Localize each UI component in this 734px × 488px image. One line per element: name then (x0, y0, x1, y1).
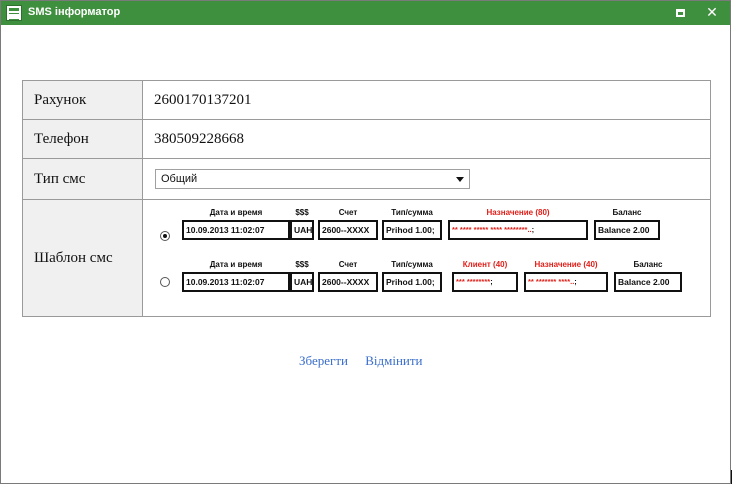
sms-type-cell: Общий (144, 159, 710, 199)
field-caption: $$$ (295, 260, 309, 269)
field-value: UAH (290, 220, 314, 240)
field-value-tail: ; (490, 277, 493, 286)
cancel-link[interactable]: Відмінити (365, 353, 422, 368)
field-value: Balance 2.00 (594, 220, 660, 240)
field-value-tail: ; (574, 277, 577, 286)
field-value: ** ******* ****..; (524, 272, 608, 292)
template-field: Дата и время 10.09.2013 11:02:07 (182, 208, 290, 242)
template-radio[interactable] (160, 231, 170, 241)
template-field: Счет 2600--XXXX (318, 208, 378, 242)
template-field: $$$ UAH (290, 208, 314, 242)
chevron-down-icon[interactable] (456, 177, 464, 182)
form-table: Рахунок 2600170137201 Телефон 3805092286… (22, 80, 711, 317)
template-field: $$$ UAH (290, 260, 314, 294)
template-field: Назначение (40) ** ******* ****..; (524, 260, 608, 294)
field-value-text: 2600--XXXX (322, 277, 370, 287)
template-option: Дата и время 10.09.2013 11:02:07 $$$ UAH Сче… (144, 260, 704, 300)
field-value: 10.09.2013 11:02:07 (182, 220, 290, 240)
template-field: Тип/сумма Prihod 1.00; (382, 208, 442, 242)
field-value: UAH (290, 272, 314, 292)
template-label: Шаблон смс (23, 200, 143, 316)
template-field: Назначение (80) ** **** ***** **** ******… (448, 208, 588, 242)
template-field: Клиент (40) *** ********; (452, 260, 518, 294)
field-caption: Клиент (40) (462, 260, 508, 269)
field-value: *** ********; (452, 272, 518, 292)
form-actions: Зберегти Відмінити (299, 353, 423, 369)
template-field: Баланс Balance 2.00 (594, 208, 660, 242)
field-caption: $$$ (295, 208, 309, 217)
account-label: Рахунок (23, 81, 143, 119)
field-value: Balance 2.00 (614, 272, 682, 292)
sms-type-select[interactable]: Общий (155, 169, 470, 189)
field-caption: Счет (338, 260, 358, 269)
sms-type-row: Тип смс Общий (23, 159, 710, 200)
template-field: Счет 2600--XXXX (318, 260, 378, 294)
field-caption: Назначение (40) (534, 260, 598, 269)
phone-row: Телефон 380509228668 (23, 120, 710, 159)
field-value-text: Prihod 1.00; (386, 225, 435, 235)
template-radio[interactable] (160, 277, 170, 287)
maximize-icon[interactable] (671, 4, 689, 22)
field-caption: Баланс (633, 260, 663, 269)
title-bar[interactable]: SMS інформатор ✕ (1, 1, 730, 25)
field-value-text: UAH (294, 225, 313, 235)
sms-type-selected: Общий (161, 173, 198, 185)
template-row: Шаблон смс Дата и время 10.09.2013 11:02:… (23, 200, 710, 316)
field-value-text: ** **** ***** **** ********.. (452, 225, 532, 234)
field-value: 10.09.2013 11:02:07 (182, 272, 290, 292)
field-value-text: *** ******** (456, 277, 491, 286)
field-caption: Тип/сумма (391, 260, 433, 269)
field-caption: Тип/сумма (391, 208, 433, 217)
template-options: Дата и время 10.09.2013 11:02:07 $$$ UAH Сче… (144, 200, 710, 316)
field-caption: Назначение (80) (486, 208, 550, 217)
field-value-text: Balance 2.00 (598, 225, 650, 235)
field-value: Prihod 1.00; (382, 272, 442, 292)
field-caption: Счет (338, 208, 358, 217)
window-title: SMS інформатор (28, 6, 121, 18)
field-value: 2600--XXXX (318, 220, 378, 240)
field-value-text: Prihod 1.00; (386, 277, 435, 287)
phone-value: 380509228668 (154, 130, 244, 147)
field-value: 2600--XXXX (318, 272, 378, 292)
field-caption: Баланс (612, 208, 642, 217)
sms-informator-window: SMS інформатор ✕ Рахунок 2600170137201 Т… (0, 0, 731, 484)
close-icon[interactable]: ✕ (703, 4, 721, 22)
field-caption: Дата и время (209, 260, 263, 269)
field-caption: Дата и время (209, 208, 263, 217)
template-field: Баланс Balance 2.00 (614, 260, 682, 294)
divider (731, 470, 732, 484)
field-value-text: 2600--XXXX (322, 225, 370, 235)
phone-label: Телефон (23, 120, 143, 158)
field-value-text: Balance 2.00 (618, 277, 670, 287)
template-field: Тип/сумма Prihod 1.00; (382, 260, 442, 294)
account-value: 2600170137201 (154, 91, 252, 108)
sms-type-label: Тип смс (23, 159, 143, 199)
field-value-text: ** ******* ****.. (528, 277, 575, 286)
app-window-icon (6, 5, 22, 21)
field-value-tail: ; (531, 225, 535, 234)
template-field: Дата и время 10.09.2013 11:02:07 (182, 260, 290, 294)
template-option: Дата и время 10.09.2013 11:02:07 $$$ UAH Сче… (144, 208, 704, 248)
field-value-text: 10.09.2013 11:02:07 (186, 277, 265, 287)
field-value-text: UAH (294, 277, 313, 287)
field-value-text: 10.09.2013 11:02:07 (186, 225, 265, 235)
field-value: ** **** ***** **** ********..; (448, 220, 588, 240)
save-link[interactable]: Зберегти (299, 353, 348, 368)
account-row: Рахунок 2600170137201 (23, 81, 710, 120)
field-value: Prihod 1.00; (382, 220, 442, 240)
